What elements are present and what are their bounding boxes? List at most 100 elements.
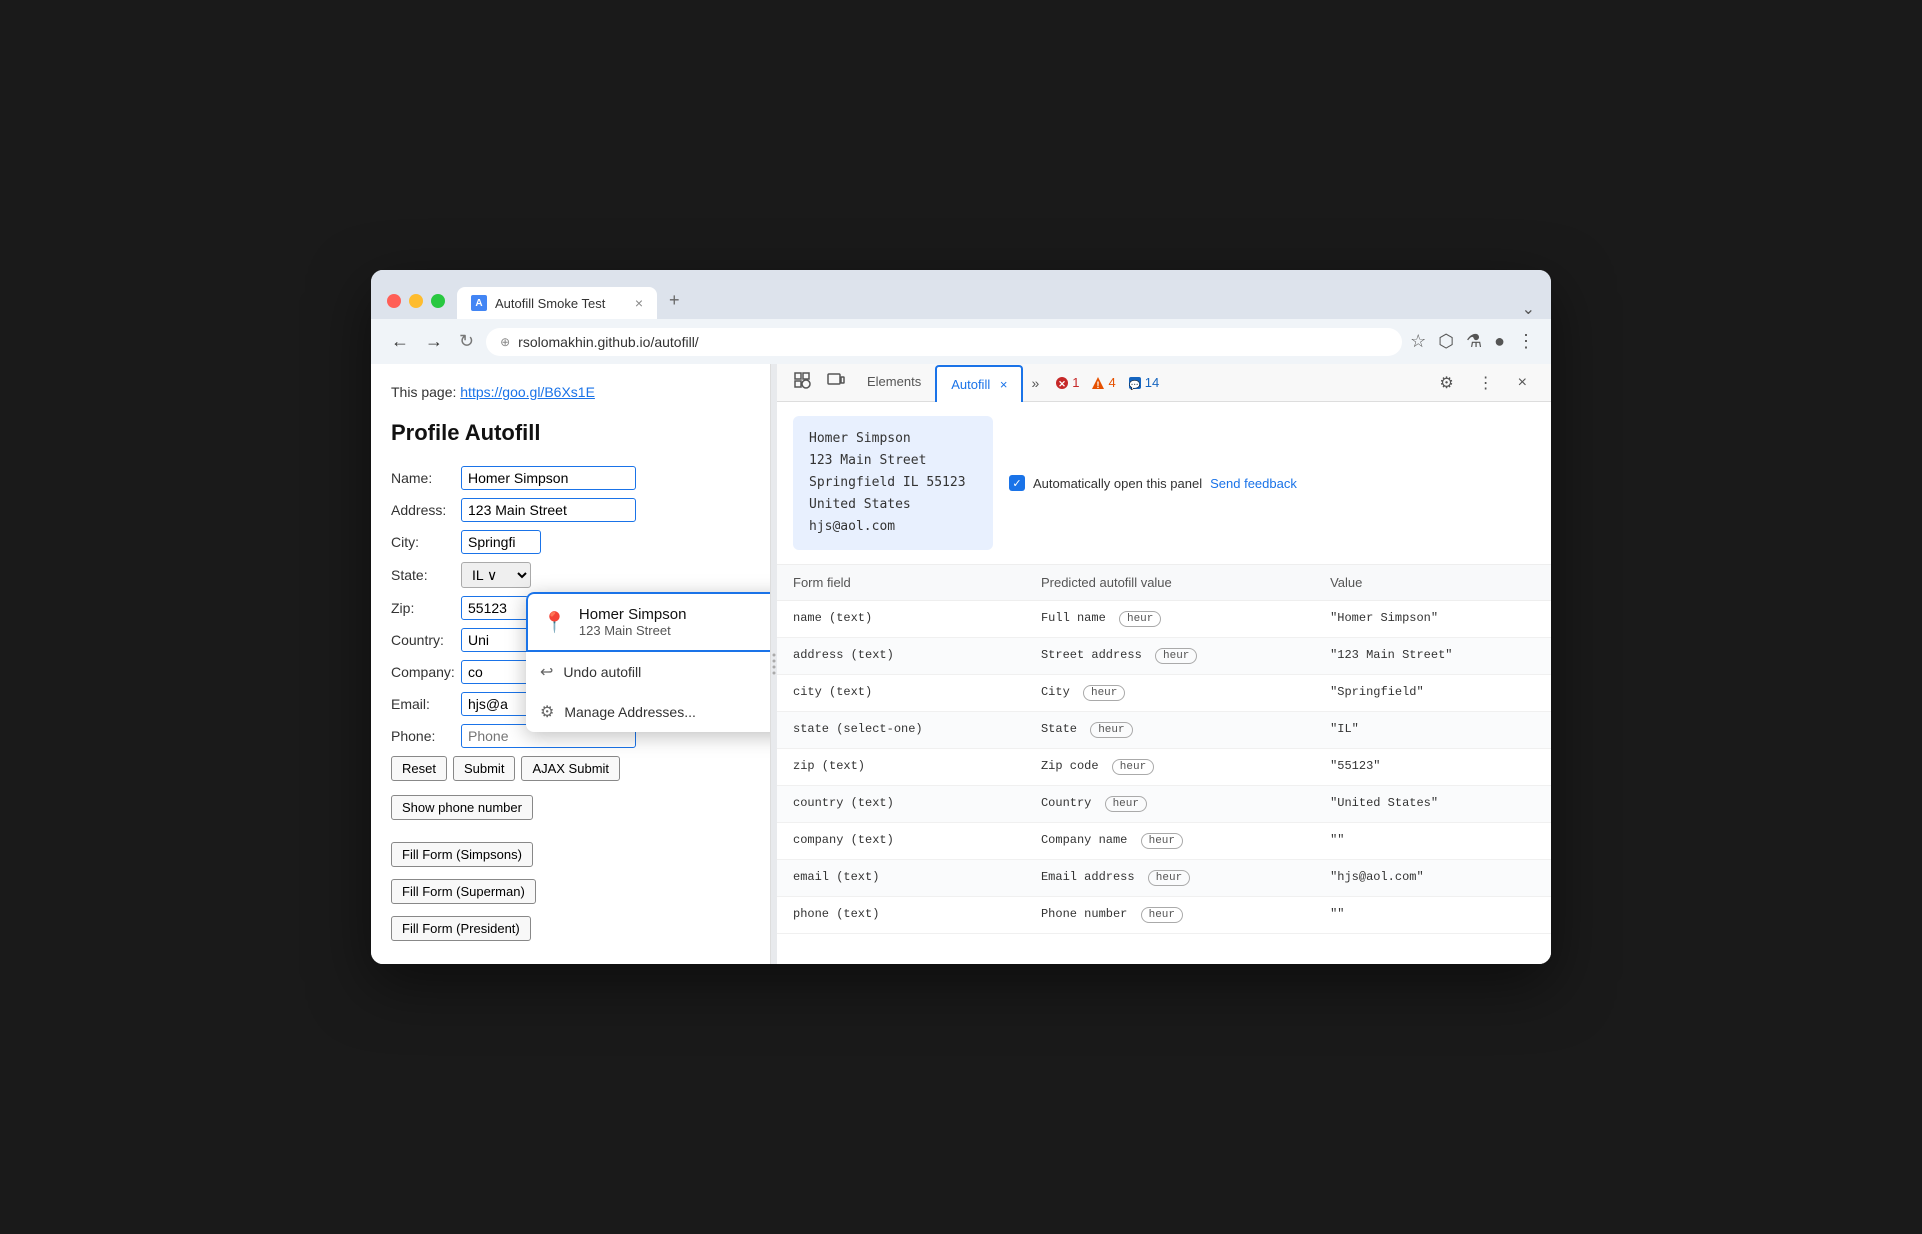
tab-favicon: A xyxy=(471,295,487,311)
address-line-1: Homer Simpson xyxy=(809,428,977,450)
table-row: name (text) Full name heur "Homer Simpso… xyxy=(777,601,1551,638)
bookmark-icon[interactable]: ☆ xyxy=(1410,331,1426,352)
forward-button[interactable]: → xyxy=(421,327,447,356)
fill-superman-button[interactable]: Fill Form (Superman) xyxy=(391,879,536,904)
new-tab-button[interactable]: + xyxy=(661,282,688,319)
manage-addresses-item[interactable]: ⚙ Manage Addresses... xyxy=(526,692,771,732)
col-predicted: Predicted autofill value xyxy=(1025,565,1314,601)
show-phone-button[interactable]: Show phone number xyxy=(391,795,533,820)
address-text: rsolomakhin.github.io/autofill/ xyxy=(518,334,1388,350)
close-window-button[interactable] xyxy=(387,294,401,308)
city-label: City: xyxy=(391,534,461,550)
value-cell: "United States" xyxy=(1314,786,1551,823)
close-autofill-tab-button[interactable]: × xyxy=(1000,377,1008,392)
table-row: zip (text) Zip code heur "55123" xyxy=(777,749,1551,786)
field-cell: country (text) xyxy=(777,786,1025,823)
devtools-settings-button[interactable]: ⚙ xyxy=(1431,367,1461,399)
info-badge: 💬 14 xyxy=(1128,375,1159,390)
page-link[interactable]: https://goo.gl/B6Xs1E xyxy=(460,384,595,400)
city-input[interactable] xyxy=(461,530,541,554)
table-row: address (text) Street address heur "123 … xyxy=(777,638,1551,675)
manage-addresses-label: Manage Addresses... xyxy=(564,704,696,720)
inspect-element-button[interactable] xyxy=(785,365,819,400)
page-title: Profile Autofill xyxy=(391,420,750,446)
send-feedback-link[interactable]: Send feedback xyxy=(1210,476,1297,491)
page-link-row: This page: https://goo.gl/B6Xs1E xyxy=(391,384,750,400)
settings-icon: ⚙ xyxy=(540,702,554,722)
webpage-panel: This page: https://goo.gl/B6Xs1E Profile… xyxy=(371,364,771,964)
name-input[interactable] xyxy=(461,466,636,490)
tab-list-button[interactable]: ⌄ xyxy=(1522,299,1535,319)
refresh-button[interactable]: ↻ xyxy=(455,327,478,356)
tab-elements[interactable]: Elements xyxy=(853,364,935,401)
back-button[interactable]: ← xyxy=(387,327,413,356)
toolbar: ← → ↻ ⊕ rsolomakhin.github.io/autofill/ … xyxy=(371,319,1551,364)
address-line-4: United States xyxy=(809,494,977,516)
reset-button[interactable]: Reset xyxy=(391,756,447,781)
undo-autofill-item[interactable]: ↩ Undo autofill xyxy=(526,652,771,692)
fill-simpsons-button[interactable]: Fill Form (Simpsons) xyxy=(391,842,533,867)
email-label: Email: xyxy=(391,696,461,712)
devtools-settings-icons: ⚙ ⋮ × xyxy=(1423,367,1543,399)
tab-title: Autofill Smoke Test xyxy=(495,296,605,311)
show-phone-row: Show phone number xyxy=(391,789,750,820)
profile-icon[interactable]: ● xyxy=(1494,331,1505,352)
autofill-panel-header: Homer Simpson 123 Main Street Springfiel… xyxy=(777,402,1551,565)
autofill-address: 123 Main Street xyxy=(579,623,771,638)
name-label: Name: xyxy=(391,470,461,486)
submit-button[interactable]: Submit xyxy=(453,756,515,781)
auto-open-checkbox[interactable]: ✓ xyxy=(1009,475,1025,491)
lab-icon[interactable]: ⚗ xyxy=(1466,331,1482,352)
name-field-group: Name: xyxy=(391,466,750,490)
menu-icon[interactable]: ⋮ xyxy=(1517,331,1535,352)
city-field-group: City: xyxy=(391,530,750,554)
title-bar: A Autofill Smoke Test × + ⌄ xyxy=(371,270,1551,319)
table-row: country (text) Country heur "United Stat… xyxy=(777,786,1551,823)
country-label: Country: xyxy=(391,632,461,648)
more-tabs-button[interactable]: » xyxy=(1023,367,1047,399)
field-cell: state (select-one) xyxy=(777,712,1025,749)
state-select[interactable]: IL ∨ xyxy=(461,562,531,588)
form-action-buttons: Reset Submit AJAX Submit xyxy=(391,756,750,781)
predicted-cell: Country heur xyxy=(1025,786,1314,823)
state-field-group: State: IL ∨ xyxy=(391,562,750,588)
devtools-close-button[interactable]: × xyxy=(1510,368,1535,398)
extension-icon[interactable]: ⬡ xyxy=(1438,331,1454,352)
zip-label: Zip: xyxy=(391,600,461,616)
tab-autofill[interactable]: Autofill × xyxy=(935,365,1023,402)
ajax-submit-button[interactable]: AJAX Submit xyxy=(521,756,620,781)
value-cell: "Springfield" xyxy=(1314,675,1551,712)
field-cell: address (text) xyxy=(777,638,1025,675)
predicted-cell: City heur xyxy=(1025,675,1314,712)
autofill-suggestion-item[interactable]: 📍 Homer Simpson 123 Main Street › xyxy=(526,592,771,652)
autofill-table: Form field Predicted autofill value Valu… xyxy=(777,565,1551,934)
tab-close-button[interactable]: × xyxy=(635,295,643,311)
toolbar-icons: ☆ ⬡ ⚗ ● ⋮ xyxy=(1410,331,1535,352)
address-line-5: hjs@aol.com xyxy=(809,516,977,538)
minimize-window-button[interactable] xyxy=(409,294,423,308)
devtools-more-button[interactable]: ⋮ xyxy=(1470,367,1502,399)
tab-autofill-label: Autofill xyxy=(951,377,990,392)
autofill-address-card: Homer Simpson 123 Main Street Springfiel… xyxy=(793,416,993,550)
maximize-window-button[interactable] xyxy=(431,294,445,308)
autofill-item-text: Homer Simpson 123 Main Street xyxy=(579,606,771,638)
svg-text:!: ! xyxy=(1097,380,1100,390)
autofill-name: Homer Simpson xyxy=(579,606,771,623)
tab-bar: A Autofill Smoke Test × + ⌄ xyxy=(457,282,1535,319)
undo-autofill-label: Undo autofill xyxy=(563,664,641,680)
active-tab[interactable]: A Autofill Smoke Test × xyxy=(457,287,657,319)
responsive-design-button[interactable] xyxy=(819,367,853,398)
predicted-cell: Zip code heur xyxy=(1025,749,1314,786)
error-count: 1 xyxy=(1072,375,1079,390)
col-value: Value xyxy=(1314,565,1551,601)
fill-buttons-section: Fill Form (Simpsons) Fill Form (Superman… xyxy=(391,836,750,941)
address-bar[interactable]: ⊕ rsolomakhin.github.io/autofill/ xyxy=(486,328,1402,356)
autofill-dropdown: 📍 Homer Simpson 123 Main Street › ↩ Undo… xyxy=(526,592,771,732)
address-input[interactable] xyxy=(461,498,636,522)
error-badge: ✕ 1 xyxy=(1055,375,1079,390)
address-field-group: Address: xyxy=(391,498,750,522)
autofill-table-container: Form field Predicted autofill value Valu… xyxy=(777,565,1551,934)
field-cell: email (text) xyxy=(777,860,1025,897)
company-label: Company: xyxy=(391,664,461,680)
fill-president-button[interactable]: Fill Form (President) xyxy=(391,916,531,941)
